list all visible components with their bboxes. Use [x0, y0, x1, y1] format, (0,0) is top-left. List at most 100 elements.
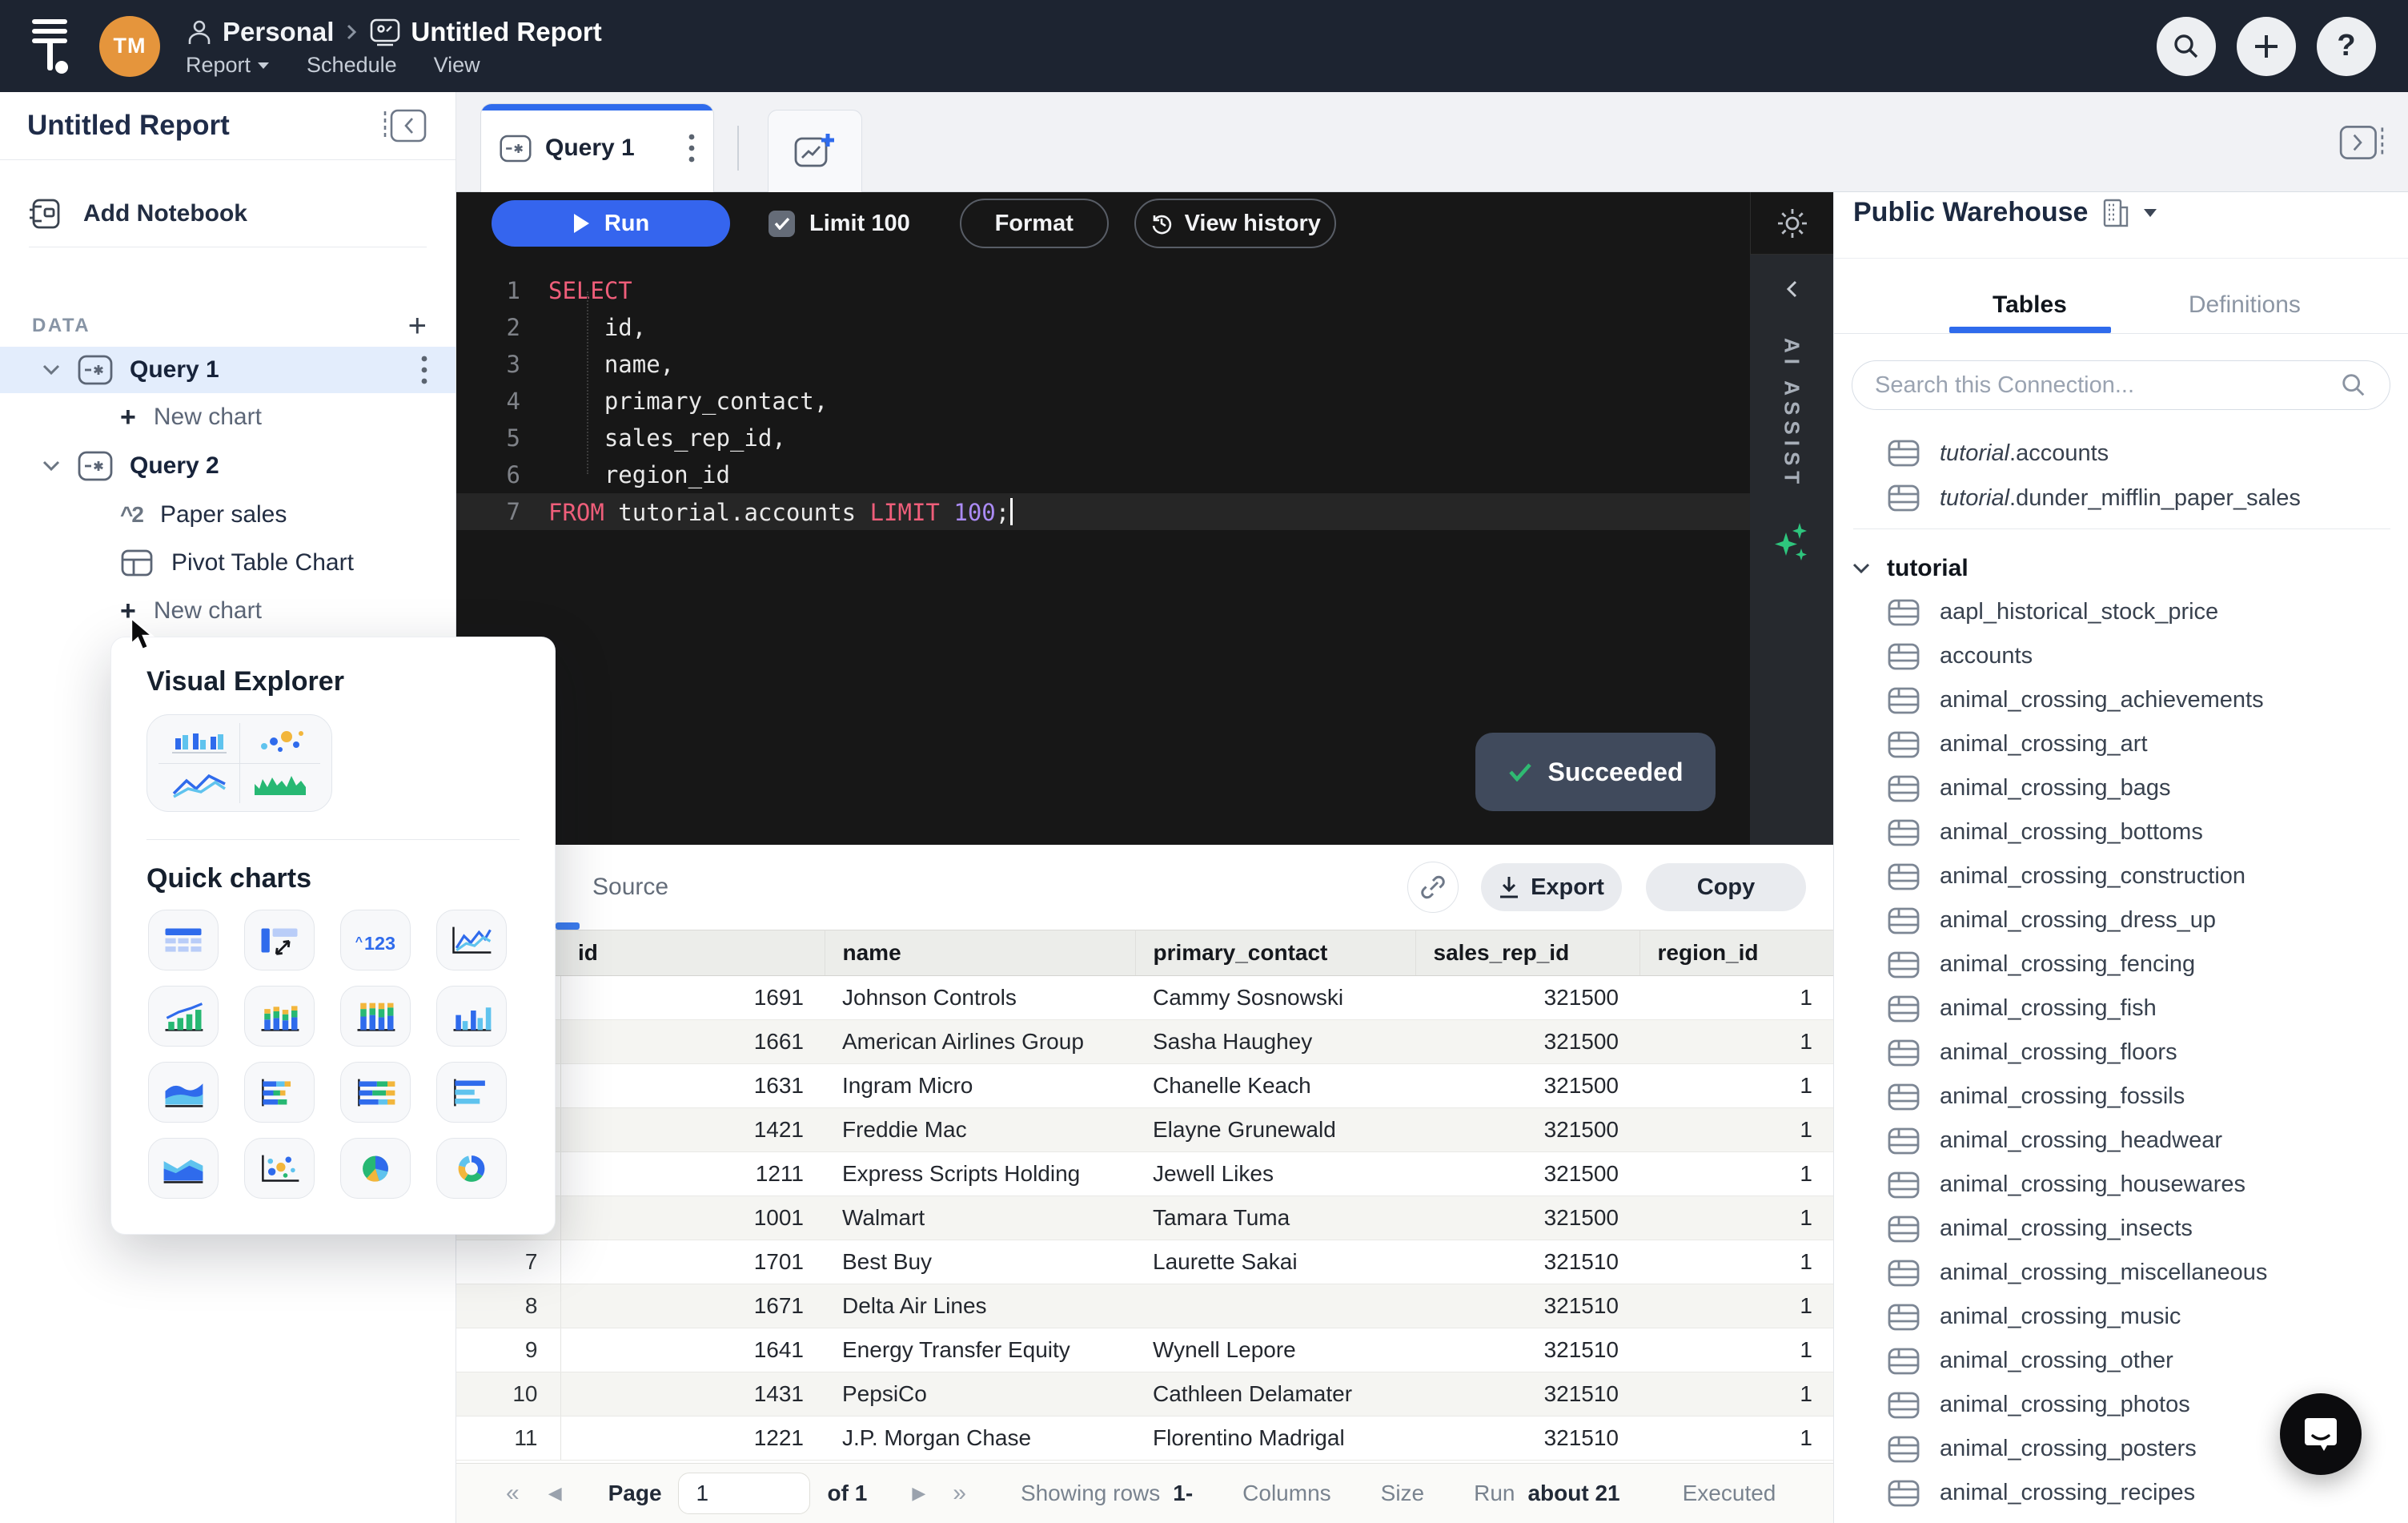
table-item-animal_crossing_miscellaneous[interactable]: animal_crossing_miscellaneous — [1834, 1251, 2408, 1295]
kebab-menu-icon[interactable] — [420, 354, 428, 386]
visual-explorer-button[interactable] — [146, 714, 332, 812]
table-item-animal_crossing_other[interactable]: animal_crossing_other — [1834, 1339, 2408, 1383]
table-item-animal_crossing_music[interactable]: animal_crossing_music — [1834, 1295, 2408, 1339]
chevron-down-icon[interactable] — [42, 364, 61, 376]
table-item-animal_crossing_dress_up[interactable]: animal_crossing_dress_up — [1834, 898, 2408, 942]
recent-table-dunder-mifflin[interactable]: tutorial.dunder_mifflin_paper_sales — [1887, 476, 2301, 520]
quick-chart-stacked-bar-button[interactable] — [244, 1062, 315, 1123]
quick-chart-bar-button[interactable] — [436, 1062, 507, 1123]
table-item-animal_crossing_construction[interactable]: animal_crossing_construction — [1834, 854, 2408, 898]
sidebar-item-paper-sales[interactable]: ^2 Paper sales — [120, 492, 287, 537]
table-icon — [1888, 1392, 1920, 1418]
table-item-animal_crossing_housewares[interactable]: animal_crossing_housewares — [1834, 1163, 2408, 1207]
table-item-animal_crossing_recipes[interactable]: animal_crossing_recipes — [1834, 1471, 2408, 1515]
connection-search[interactable] — [1852, 360, 2390, 410]
export-button[interactable]: Export — [1481, 863, 1622, 911]
code-line-3[interactable]: 3 name, — [456, 346, 1750, 383]
breadcrumb-workspace[interactable]: Personal — [223, 17, 334, 47]
code-line-5[interactable]: 5 sales_rep_id, — [456, 420, 1750, 456]
sidebar-item-pivot-table-chart[interactable]: Pivot Table Chart — [120, 540, 354, 585]
code-line-4[interactable]: 4 primary_contact, — [456, 383, 1750, 420]
new-chart-tab-button[interactable] — [768, 110, 862, 192]
table-name: accounts — [1940, 643, 2033, 669]
view-history-button[interactable]: View history — [1134, 199, 1336, 248]
run-button[interactable]: Run — [492, 200, 730, 247]
avatar[interactable]: TM — [99, 15, 160, 77]
menu-report[interactable]: Report — [186, 53, 270, 78]
person-icon — [186, 18, 213, 46]
menu-view[interactable]: View — [434, 53, 480, 78]
search-button[interactable] — [2157, 16, 2216, 76]
table-item-animal_crossing_art[interactable]: animal_crossing_art — [1834, 722, 2408, 766]
columns-label[interactable]: Columns — [1242, 1481, 1330, 1506]
sidebar-item-query-2[interactable]: Query 2 — [0, 443, 456, 489]
quick-chart-area-button[interactable] — [148, 1062, 219, 1123]
tab-tables[interactable]: Tables — [1993, 291, 2067, 319]
table-item-animal_crossing_headwear[interactable]: animal_crossing_headwear — [1834, 1119, 2408, 1163]
code-line-2[interactable]: 2 id, — [456, 309, 1750, 346]
table-item-animal_crossing_fossils[interactable]: animal_crossing_fossils — [1834, 1075, 2408, 1119]
code-line-6[interactable]: 6 region_id — [456, 456, 1750, 493]
quick-chart-scatter-button[interactable] — [244, 1138, 315, 1199]
quick-chart-pivot-table-button[interactable] — [244, 910, 315, 970]
quick-chart-table-button[interactable] — [148, 910, 219, 970]
quick-chart-grouped-column-button[interactable] — [436, 986, 507, 1047]
query-tab-strip: Query 1 — [456, 92, 2408, 192]
quick-chart-stacked-column-100-button[interactable] — [340, 986, 411, 1047]
add-notebook-button[interactable]: Add Notebook — [27, 196, 247, 231]
page-input[interactable] — [677, 1473, 810, 1514]
table-item-animal_crossing_fencing[interactable]: animal_crossing_fencing — [1834, 942, 2408, 987]
collapse-panel-button[interactable] — [382, 108, 428, 143]
first-page-button[interactable]: « — [506, 1480, 520, 1507]
recent-table-accounts[interactable]: tutorial.accounts — [1887, 431, 2109, 476]
new-chart-button-query1[interactable]: + New chart — [120, 395, 262, 440]
table-item-animal_crossing_fish[interactable]: animal_crossing_fish — [1834, 987, 2408, 1031]
quick-chart-filled-area-button[interactable] — [148, 1138, 219, 1199]
quick-chart-pie-button[interactable] — [340, 1138, 411, 1199]
expand-panel-button[interactable] — [2338, 123, 2386, 163]
collapse-ai-icon[interactable] — [1783, 277, 1800, 301]
menu-schedule[interactable]: Schedule — [307, 53, 397, 78]
quick-chart-big-number-button[interactable]: ^ 123 — [340, 910, 411, 970]
quick-chart-stacked-column-button[interactable] — [244, 986, 315, 1047]
help-button[interactable]: ? — [2317, 16, 2376, 76]
tab-definitions[interactable]: Definitions — [2189, 291, 2301, 319]
table-item-animal_crossing_bottoms[interactable]: animal_crossing_bottoms — [1834, 810, 2408, 854]
app-logo-icon[interactable] — [30, 18, 72, 75]
scroll-indicator[interactable] — [556, 922, 580, 930]
code-line-7[interactable]: 7 FROM tutorial.accounts LIMIT 100; — [456, 493, 1750, 530]
table-item-animal_crossing_bags[interactable]: animal_crossing_bags — [1834, 766, 2408, 810]
breadcrumb-report-title[interactable]: Untitled Report — [411, 17, 601, 47]
limit-checkbox[interactable] — [769, 210, 795, 237]
tab-source[interactable]: Source — [592, 874, 668, 901]
table-item-animal_crossing_insects[interactable]: animal_crossing_insects — [1834, 1207, 2408, 1251]
table-item-accounts[interactable]: accounts — [1834, 634, 2408, 678]
table-item-animal_crossing_floors[interactable]: animal_crossing_floors — [1834, 1031, 2408, 1075]
last-page-button[interactable]: » — [953, 1480, 966, 1507]
editor-settings-button[interactable] — [1750, 192, 1833, 255]
copy-button[interactable]: Copy — [1646, 863, 1806, 911]
schema-group-tutorial[interactable]: tutorial — [1852, 546, 1969, 591]
table-item-animal_crossing_achievements[interactable]: animal_crossing_achievements — [1834, 678, 2408, 722]
prev-page-button[interactable]: ◀ — [548, 1483, 562, 1504]
chevron-down-icon[interactable] — [42, 460, 61, 472]
quick-chart-stacked-bar-100-button[interactable] — [340, 1062, 411, 1123]
quick-chart-line-button[interactable] — [436, 910, 507, 970]
table-item-aapl_historical_stock_price[interactable]: aapl_historical_stock_price — [1834, 590, 2408, 634]
support-chat-button[interactable] — [2280, 1393, 2362, 1475]
connection-search-input[interactable] — [1875, 372, 2340, 399]
share-link-button[interactable] — [1407, 862, 1459, 913]
quick-chart-donut-button[interactable] — [436, 1138, 507, 1199]
format-button[interactable]: Format — [959, 199, 1109, 248]
connection-selector[interactable]: Public Warehouse — [1853, 197, 2158, 228]
tab-kebab-menu-icon[interactable] — [688, 132, 696, 164]
quick-chart-combo-button[interactable] — [148, 986, 219, 1047]
tab-query-1[interactable]: Query 1 — [480, 103, 714, 192]
size-label[interactable]: Size — [1381, 1481, 1424, 1506]
ai-assist-rail[interactable]: AI ASSIST — [1750, 255, 1833, 845]
sidebar-item-query-1[interactable]: Query 1 — [0, 347, 456, 393]
next-page-button[interactable]: ▶ — [912, 1483, 925, 1504]
new-item-button[interactable] — [2237, 16, 2296, 76]
add-data-button[interactable]: + — [408, 310, 427, 342]
code-line-1[interactable]: 1 SELECT — [456, 272, 1750, 309]
